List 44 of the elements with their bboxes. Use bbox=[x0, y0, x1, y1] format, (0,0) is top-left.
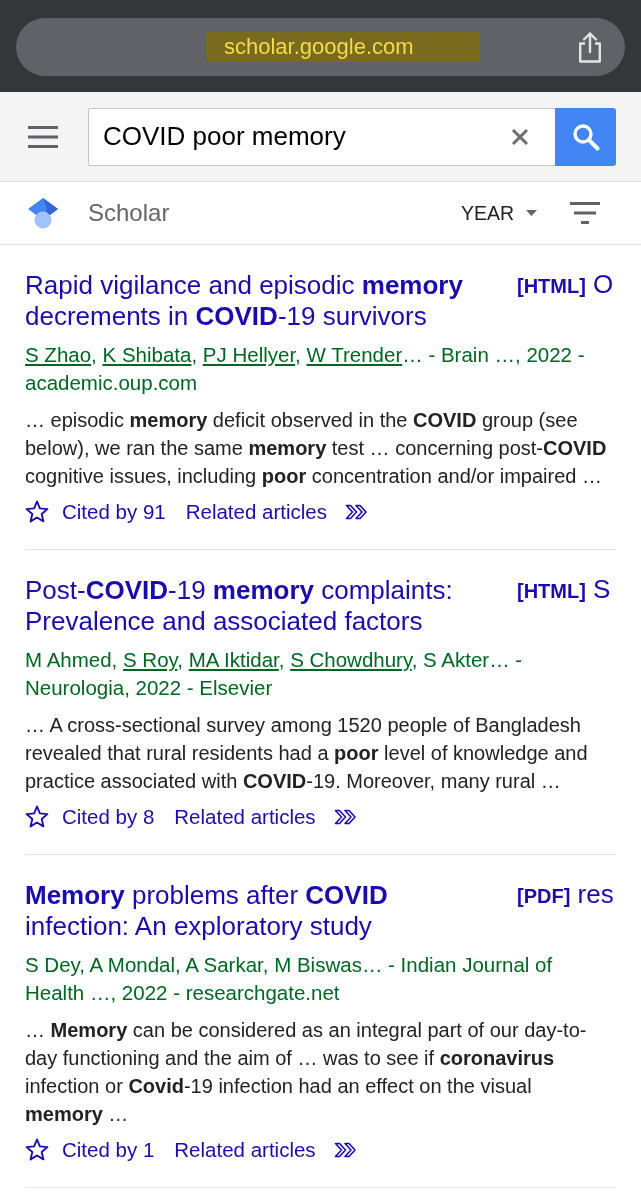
double-chevron-icon[interactable] bbox=[333, 1142, 358, 1158]
result-snippet: … episodic memory deficit observed in the COVID group (see below), we ran the same memory test … concerning post-COVID cognitive issues, including poor concentration and/or impaired … bbox=[25, 408, 608, 489]
scholar-brand-text: Scholar bbox=[88, 199, 170, 227]
author-link[interactable]: W Trender bbox=[306, 343, 403, 366]
full-text-link[interactable]: [HTML] S bbox=[517, 575, 611, 606]
menu-icon[interactable] bbox=[28, 125, 58, 148]
double-chevron-icon[interactable] bbox=[333, 809, 358, 825]
search-field[interactable]: COVID poor memory bbox=[88, 107, 555, 166]
author-link[interactable]: MA Iktidar bbox=[188, 648, 279, 671]
url-text: scholar.google.com bbox=[224, 36, 414, 58]
cited-by-link[interactable]: Cited by 91 bbox=[62, 500, 166, 524]
related-articles-link[interactable]: Related articles bbox=[185, 500, 327, 524]
result-title-link[interactable]: Post-COVID-19 memory complaints: Prevalence and associated factors bbox=[25, 575, 490, 637]
author-link[interactable]: S Roy bbox=[123, 648, 178, 671]
search-button[interactable] bbox=[555, 107, 616, 166]
author-link[interactable]: S Chowdhury bbox=[290, 648, 412, 671]
filter-icon[interactable] bbox=[570, 202, 600, 224]
result-title-link[interactable]: Memory problems after COVID infection: An exploratory study bbox=[25, 880, 490, 942]
result-snippet: … Memory can be considered as an integral part of our day-to-day functioning and the aim of … was to see if coronavirus infection or Covid-19 infection had an effect on the visual memory … bbox=[25, 1018, 588, 1127]
caret-icon bbox=[526, 210, 537, 216]
author-link[interactable]: K Shibata bbox=[102, 343, 192, 366]
mortarboard-logo-icon[interactable] bbox=[28, 197, 58, 229]
author-byline: S Dey, A Mondal, A Sarkar, M Biswas… - Indian Journal of Health …, 2022 - researchgate.net bbox=[25, 952, 554, 1006]
author-byline: S Zhao, K Shibata, PJ Hellyer, W Trender… - Brain …, 2022 - academic.oup.com bbox=[25, 342, 586, 396]
author-link[interactable]: S Zhao bbox=[25, 343, 92, 366]
full-text-link[interactable]: [HTML] O bbox=[517, 270, 614, 301]
star-icon[interactable] bbox=[25, 805, 49, 829]
address-bar[interactable]: scholar.google.com bbox=[16, 18, 625, 76]
search-icon bbox=[571, 122, 600, 151]
result-snippet: … A cross-sectional survey among 1520 people of Bangladesh revealed that rural residents had a poor level of knowledge and practice associated with COVID-19. Moreover, many rural … bbox=[25, 713, 589, 794]
star-icon[interactable] bbox=[25, 1138, 49, 1162]
related-articles-link[interactable]: Related articles bbox=[174, 1138, 316, 1162]
star-icon[interactable] bbox=[25, 500, 49, 524]
author-link[interactable]: PJ Hellyer bbox=[202, 343, 296, 366]
cited-by-link[interactable]: Cited by 8 bbox=[62, 805, 155, 829]
related-articles-link[interactable]: Related articles bbox=[174, 805, 316, 829]
full-text-link[interactable]: [PDF] res bbox=[517, 880, 614, 911]
author-byline: M Ahmed, S Roy, MA Iktidar, S Chowdhury, S Akter… - Neurologia, 2022 - Elsevier bbox=[25, 647, 524, 701]
cited-by-link[interactable]: Cited by 1 bbox=[62, 1138, 155, 1162]
result-title-link[interactable]: Rapid vigilance and episodic memory decrements in COVID-19 survivors bbox=[25, 270, 490, 332]
share-icon[interactable] bbox=[577, 31, 603, 63]
year-dropdown[interactable]: YEAR bbox=[460, 201, 537, 225]
double-chevron-icon[interactable] bbox=[345, 504, 369, 520]
clear-icon[interactable] bbox=[511, 127, 529, 146]
